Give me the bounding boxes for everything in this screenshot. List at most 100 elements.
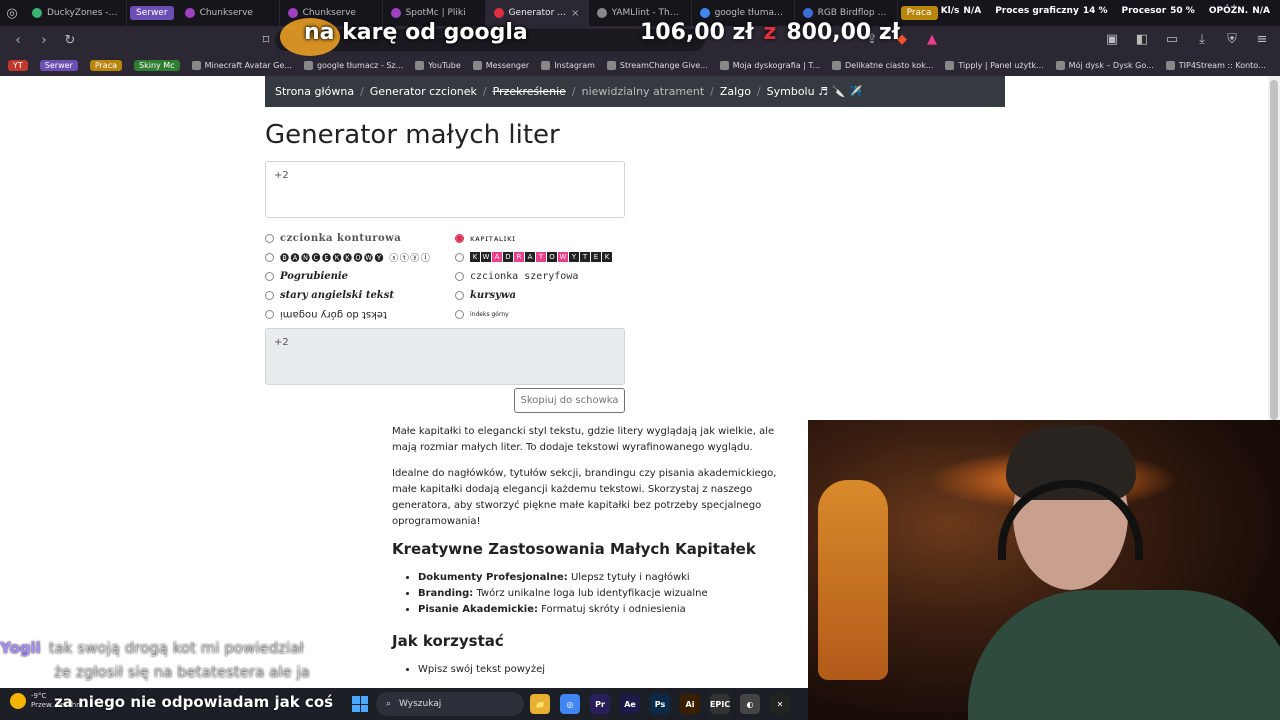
bookmark-item[interactable]: google tłumacz - Sz... [303,60,403,70]
taskbar-app-icon[interactable]: Ae [620,694,640,714]
taskbar-app-icon[interactable]: ◎ [560,694,580,714]
radio-button[interactable] [265,252,274,262]
bookmark-item[interactable]: Instagram [541,60,595,70]
menu-icon[interactable]: ≡ [1254,32,1270,47]
bookmark-item[interactable]: Messenger [472,60,529,70]
bookmark-item[interactable]: Tipply | Panel użytk... [945,60,1044,70]
bookmark-item[interactable]: Moja dyskografia | T... [719,60,820,70]
bookmark-favicon-icon [832,60,841,70]
bookmark-label: YouTube [428,60,461,70]
bookmark-item[interactable]: Delikatne ciasto kok... [832,60,933,70]
taskbar-app-icon[interactable]: 📁 [530,694,550,714]
font-option[interactable]: czcionka konturowa [265,231,455,245]
font-option[interactable]: ᴋᴀᴘɪᴛᴀʟɪᴋɪ [455,231,625,245]
taskbar-app-icon[interactable]: Ai [680,694,700,714]
list-item-text: Twórz unikalne loga lub identyfikacje wi… [473,588,708,599]
forward-icon[interactable]: › [36,33,52,48]
nav-separator: / [482,85,487,98]
output-textarea[interactable]: +2 [265,328,625,385]
nav-item-invisible-ink[interactable]: niewidzialny atrament [582,85,705,98]
list-item: Pisanie Akademickie: Formatuj skróty i o… [418,602,787,618]
square-letter: K [470,252,480,262]
tab-group-label[interactable]: Serwer [130,6,174,20]
nav-item-strikethrough[interactable]: Przekreślenie [493,85,566,98]
font-option-label: ᴋᴀᴘɪᴛᴀʟɪᴋɪ [470,233,516,243]
bookmark-label: Mój dysk – Dysk Go... [1068,60,1154,70]
square-letter: O [547,252,557,262]
bookmark-folder[interactable]: Praca [89,59,123,71]
scrollbar-thumb[interactable] [1270,80,1278,420]
bookmark-favicon-icon [303,60,313,70]
radio-button[interactable] [455,271,464,281]
wallet-icon[interactable]: ▣ [1104,32,1120,47]
input-textarea[interactable]: +2 [265,161,625,218]
downloads-icon[interactable]: ⤓ [1194,32,1210,47]
bookmark-item[interactable]: YouTube [415,60,461,70]
breadcrumb-nav: Strona główna / Generator czcionek / Prz… [265,76,1005,107]
bookmark-item[interactable]: Minecraft Avatar Ge... [191,60,292,70]
chat-text: za niego nie odpowiadam jak coś [54,693,334,711]
bookmark-label: Minecraft Avatar Ge... [204,60,292,70]
radio-button[interactable] [265,309,274,319]
browser-menu-icon[interactable]: ◎ [0,6,24,21]
taskbar-app-icon[interactable]: ◐ [740,694,760,714]
font-option[interactable]: Pogrubienie [265,269,455,283]
bookmark-item[interactable]: TIP4Stream :: Konto... [1165,60,1266,70]
bookmark-item[interactable]: Mój dysk – Dysk Go... [1055,60,1154,70]
list-item-text: Formatuj skróty i odniesienia [537,604,686,615]
nav-item-symbols[interactable]: Symbolu ♬ 🔪 ✈️ [767,85,863,98]
browser-tab[interactable]: DuckyZones - Mine [24,0,127,26]
taskbar-app-icon[interactable]: ✕ [770,694,790,714]
radio-button[interactable] [455,290,464,300]
font-option[interactable]: czcionka szeryfowa [455,269,625,283]
font-option[interactable]: indeks górny [455,307,625,321]
back-icon[interactable]: ‹ [10,33,26,48]
radio-button[interactable] [265,233,274,243]
sidebar-icon[interactable]: ◧ [1134,32,1150,47]
bookmark-label: StreamChange Give... [619,60,708,70]
bookmark-item[interactable]: StreamChange Give... [606,60,708,70]
wallet-extension-icon[interactable]: ▭ [1164,32,1180,47]
taskbar-app-icon[interactable]: Ps [650,694,670,714]
bookmark-folder[interactable]: Skiny Mc [134,59,180,71]
vpn-icon[interactable]: ⛨ [1224,32,1240,47]
nav-item-font-generator[interactable]: Generator czcionek [370,85,477,98]
radio-button[interactable] [455,233,464,243]
chat-message: Yogii tak swoją drogą kot mi powiedział [0,636,340,660]
reload-icon[interactable]: ↻ [62,33,78,48]
font-option[interactable]: tekst do góry nogami [265,307,455,321]
bookmark-favicon-icon [945,60,955,70]
font-option[interactable]: KWADRATOWYTEK [455,250,625,264]
nav-item-zalgo[interactable]: Zalgo [720,85,751,98]
copy-to-clipboard-button[interactable]: Skopiuj do schowka [514,388,625,413]
taskbar-app-icon[interactable]: Pr [590,694,610,714]
bookmark-icon[interactable]: ⌑ [258,33,274,48]
browser-tab[interactable]: Chunkserve [177,0,280,26]
tab-favicon-icon [184,8,195,18]
radio-button[interactable] [265,290,274,300]
font-option[interactable]: stary angielski tekst [265,288,455,302]
radio-button[interactable] [455,309,464,319]
tab-label: Chunkserve [199,8,253,18]
square-letter: R [514,252,524,262]
font-option[interactable]: 🅑🅐🅝🅒🅔🅚🅚🅞🅦🅨 ⓢⓣⓨⓛ [265,250,455,264]
windows-start-icon[interactable] [352,696,368,712]
taskbar-search[interactable]: ⌕ Wyszukaj [376,692,524,716]
nav-item-home[interactable]: Strona główna [275,85,354,98]
bookmark-folder[interactable]: YT [8,59,28,71]
list-item: Wpisz swój tekst powyżej [418,662,787,678]
square-letter: K [602,252,612,262]
taskbar-app-icon[interactable]: EPIC [710,694,730,714]
chat-username: Yogii [0,639,41,657]
bookmark-folder[interactable]: Serwer [39,59,78,71]
nav-separator: / [571,85,576,98]
font-option[interactable]: kursywa [455,288,625,302]
square-letter: Y [569,252,579,262]
bookmark-favicon-icon [1165,60,1175,70]
list-item: Branding: Twórz unikalne loga lub identy… [418,586,787,602]
chat-text: tak swoją drogą kot mi powiedział [48,639,304,657]
article-content: Małe kapitałki to elegancki styl tekstu,… [392,424,787,688]
radio-button[interactable] [265,271,274,281]
font-option-label: KWADRATOWYTEK [470,252,612,262]
radio-button[interactable] [455,252,464,262]
